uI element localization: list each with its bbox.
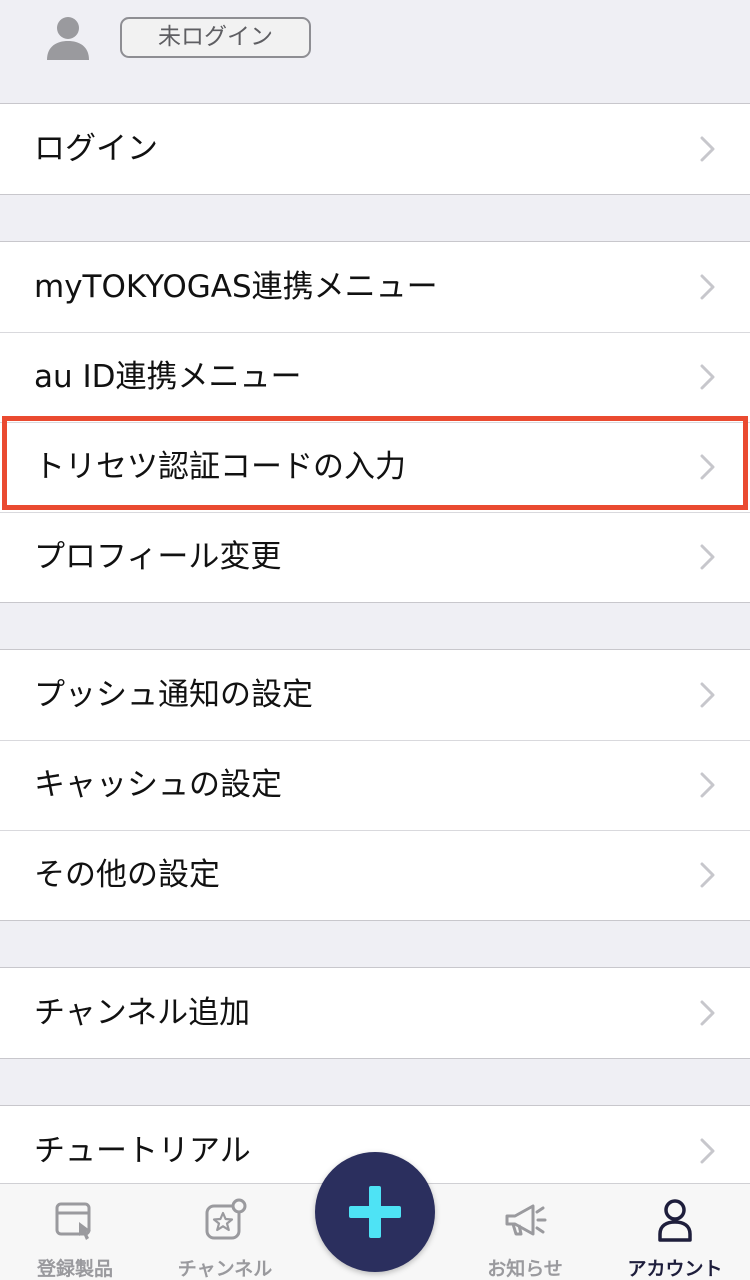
chevron-right-icon	[700, 454, 715, 480]
megaphone-icon	[505, 1204, 547, 1236]
menu-item-label: プロフィール変更	[34, 539, 282, 575]
tab-news[interactable]: お知らせ	[450, 1184, 600, 1280]
menu-item-label: チャンネル追加	[34, 995, 251, 1031]
chevron-right-icon	[700, 862, 715, 888]
tab-label: 登録製品	[36, 1258, 113, 1280]
menu-item-push-settings[interactable]: プッシュ通知の設定	[0, 650, 750, 740]
menu-item-mytokyogas[interactable]: myTOKYOGAS連携メニュー	[0, 242, 750, 332]
tab-registered-products[interactable]: 登録製品	[0, 1184, 150, 1280]
login-status-badge: 未ログイン	[120, 17, 311, 58]
menu-item-label: プッシュ通知の設定	[34, 677, 313, 713]
menu-item-label: トリセツ認証コードの入力	[34, 449, 406, 485]
chevron-right-icon	[700, 772, 715, 798]
channel-icon	[205, 1198, 247, 1240]
registered-products-icon	[55, 1202, 91, 1240]
person-icon	[658, 1199, 692, 1242]
tab-channel[interactable]: チャンネル	[150, 1184, 300, 1280]
chevron-right-icon	[700, 544, 715, 570]
menu-item-au-id[interactable]: au ID連携メニュー	[0, 332, 750, 422]
chevron-right-icon	[700, 364, 715, 390]
tab-label: チャンネル	[177, 1258, 273, 1280]
avatar-icon	[47, 17, 89, 60]
tab-label: お知らせ	[487, 1258, 563, 1280]
menu-item-other-settings[interactable]: その他の設定	[0, 830, 750, 920]
chevron-right-icon	[700, 682, 715, 708]
tab-account[interactable]: アカウント	[600, 1184, 750, 1280]
add-icon	[349, 1186, 401, 1238]
chevron-right-icon	[700, 136, 715, 162]
menu-item-label: au ID連携メニュー	[34, 359, 302, 395]
menu-item-label: myTOKYOGAS連携メニュー	[34, 269, 438, 305]
chevron-right-icon	[700, 274, 715, 300]
group-settings: プッシュ通知の設定 キャッシュの設定 その他の設定	[0, 649, 750, 921]
account-header: 未ログイン	[0, 0, 750, 103]
menu-item-profile[interactable]: プロフィール変更	[0, 512, 750, 602]
group-account-links: myTOKYOGAS連携メニュー au ID連携メニュー トリセツ認証コードの入…	[0, 241, 750, 603]
menu-item-login[interactable]: ログイン	[0, 104, 750, 194]
menu-item-torisetsu-code[interactable]: トリセツ認証コードの入力	[0, 422, 750, 512]
chevron-right-icon	[700, 1000, 715, 1026]
group-channel: チャンネル追加	[0, 967, 750, 1059]
chevron-right-icon	[700, 1138, 715, 1164]
tab-label: アカウント	[627, 1258, 723, 1280]
menu-item-label: キャッシュの設定	[34, 767, 282, 803]
menu-item-add-channel[interactable]: チャンネル追加	[0, 968, 750, 1058]
add-button[interactable]	[315, 1152, 435, 1272]
menu-item-label: ログイン	[34, 131, 158, 167]
menu-item-label: その他の設定	[34, 857, 220, 893]
menu-item-cache-settings[interactable]: キャッシュの設定	[0, 740, 750, 830]
group-login: ログイン	[0, 103, 750, 195]
